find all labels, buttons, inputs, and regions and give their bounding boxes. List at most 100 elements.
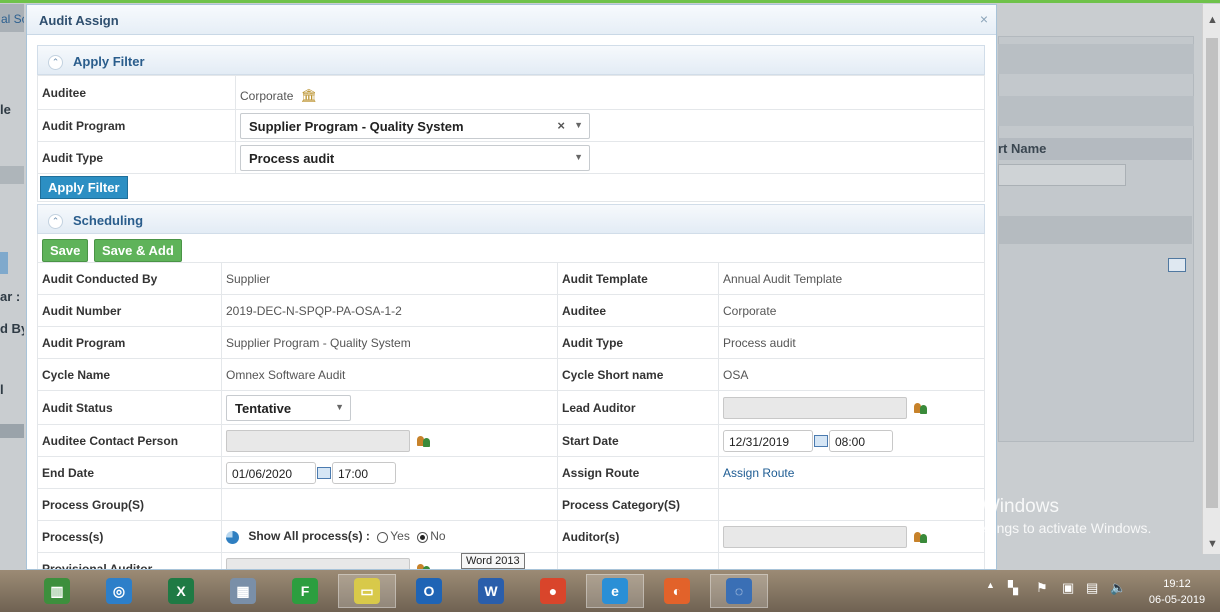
volume-icon[interactable]: 🔈	[1110, 580, 1126, 596]
taskbar-tooltip: Word 2013	[461, 553, 525, 569]
form-row: Cycle Name Omnex Software Audit Cycle Sh…	[37, 358, 985, 391]
start-time-input[interactable]: 08:00	[829, 429, 893, 452]
lead-auditor-field[interactable]	[723, 396, 907, 419]
user-picker-icon[interactable]	[417, 563, 431, 569]
internet-explorer-icon: e	[602, 578, 628, 604]
taskbar-word[interactable]: W	[462, 574, 520, 608]
form-row: Process Group(S) Process Category(S)	[37, 488, 985, 521]
auditee-contact-person-field[interactable]	[226, 429, 410, 452]
chevron-down-icon[interactable]: ▼	[574, 120, 583, 130]
sticky-notes-icon: ▭	[354, 578, 380, 604]
building-icon[interactable]: 🏛	[301, 88, 318, 104]
user-picker-icon[interactable]	[417, 435, 431, 447]
clear-icon[interactable]: ×	[557, 118, 565, 133]
excel-icon: X	[168, 578, 194, 604]
calendar-icon[interactable]	[814, 434, 828, 447]
background-field[interactable]	[0, 166, 24, 184]
form-row: Audit Number 2019-DEC-N-SPQP-PA-OSA-1-2 …	[37, 294, 985, 327]
chevron-down-icon[interactable]: ▼	[335, 402, 344, 412]
background-column-filter[interactable]	[998, 164, 1126, 186]
auditee-value: Corporate	[240, 89, 294, 103]
audit-number-label: Audit Number	[37, 294, 222, 327]
auditee-label: Auditee	[557, 294, 719, 327]
user-picker-icon[interactable]	[914, 531, 928, 543]
safari-icon: ◎	[106, 578, 132, 604]
auditors-field[interactable]	[723, 525, 907, 548]
taskbar-excel[interactable]: X	[152, 574, 210, 608]
background-column-title[interactable]: rt Name	[998, 138, 1192, 160]
background-label: le	[0, 102, 11, 117]
outlook-icon: O	[416, 578, 442, 604]
taskbar-task-manager[interactable]: ▥	[28, 574, 86, 608]
clock-date: 06-05-2019	[1148, 594, 1206, 606]
end-date-input[interactable]: 01/06/2020	[226, 461, 316, 484]
audit-type-cell: Process audit ▼	[235, 141, 985, 174]
user-picker-icon[interactable]	[914, 402, 928, 414]
scroll-up-icon[interactable]: ▲	[1207, 14, 1218, 26]
apply-filter-button[interactable]: Apply Filter	[40, 176, 128, 199]
show-hidden-icons[interactable]: ▲	[986, 580, 995, 590]
scheduling-section-header[interactable]: ⌃ Scheduling	[37, 204, 985, 234]
action-center-flag-icon[interactable]: ⚑	[1036, 580, 1048, 596]
apply-filter-section-header[interactable]: ⌃ Apply Filter	[37, 45, 985, 75]
taskbar-sync-app[interactable]: ◌	[710, 574, 768, 608]
audit-status-select[interactable]: Tentative ▼	[226, 394, 351, 421]
cycle-name-value: Omnex Software Audit	[221, 358, 558, 391]
scrollbar-thumb[interactable]	[1206, 38, 1218, 508]
assign-route-link[interactable]: Assign Route	[723, 466, 794, 480]
auditee-contact-person-cell	[221, 424, 558, 457]
scroll-down-icon[interactable]: ▼	[1207, 538, 1218, 550]
close-icon[interactable]: ×	[980, 11, 988, 27]
show-all-yes-radio[interactable]	[377, 531, 389, 543]
taskbar-sticky-notes[interactable]: ▭	[338, 574, 396, 608]
filter-row-auditee: Auditee Corporate 🏛	[37, 75, 985, 110]
collapse-icon[interactable]: ⌃	[48, 55, 63, 70]
calendar-icon[interactable]	[317, 466, 331, 479]
network-icon[interactable]: ▤	[1086, 580, 1098, 596]
tray-flag-icon[interactable]: ▣	[1062, 580, 1074, 596]
taskbar-safari[interactable]: ◎	[90, 574, 148, 608]
audit-template-value: Annual Audit Template	[718, 262, 985, 295]
no-label: No	[430, 529, 446, 544]
taskbar-chrome[interactable]: ●	[524, 574, 582, 608]
background-tab[interactable]: al Sc	[0, 4, 24, 32]
filter-row-program: Audit Program Supplier Program - Quality…	[37, 109, 985, 142]
chevron-down-icon[interactable]: ▼	[574, 152, 583, 162]
chrome-icon: ●	[540, 578, 566, 604]
collapse-icon[interactable]: ⌃	[48, 214, 63, 229]
show-all-process-label: Show All process(s) :	[248, 529, 370, 544]
provisional-auditor-field[interactable]	[226, 557, 410, 569]
form-row: Audit Conducted By Supplier Audit Templa…	[37, 262, 985, 295]
save-and-add-button[interactable]: Save & Add	[94, 239, 182, 262]
start-date-input[interactable]: 12/31/2019	[723, 429, 813, 452]
process-picker-icon[interactable]	[226, 530, 239, 544]
grid-settings-icon[interactable]	[1168, 258, 1186, 272]
taskbar-green-app[interactable]: F	[276, 574, 334, 608]
page-scrollbar[interactable]: ▲ ▼	[1202, 4, 1220, 554]
task-manager-icon: ▥	[44, 578, 70, 604]
audit-assign-dialog: Audit Assign × ⌃ Apply Filter Auditee Co…	[26, 4, 997, 570]
cycle-short-name-value: OSA	[718, 358, 985, 391]
background-grid-header	[998, 44, 1194, 74]
end-time-input[interactable]: 17:00	[332, 461, 396, 484]
lead-auditor-cell	[718, 390, 985, 425]
form-row: Audit Program Supplier Program - Quality…	[37, 326, 985, 359]
auditee-cell: Corporate 🏛	[235, 75, 985, 110]
show-all-no-radio[interactable]	[417, 531, 429, 543]
taskbar-internet-explorer[interactable]: e	[586, 574, 644, 608]
background-grid-header	[998, 96, 1194, 126]
tray-app-icon[interactable]: ▚	[1008, 580, 1018, 596]
taskbar-outlook[interactable]: O	[400, 574, 458, 608]
taskbar-firefox[interactable]: ◐	[648, 574, 706, 608]
dialog-body: ⌃ Apply Filter Auditee Corporate 🏛 Audit…	[37, 45, 985, 569]
process-label: Process(s)	[37, 520, 222, 553]
taskbar-calculator[interactable]: ▦	[214, 574, 272, 608]
start-edge[interactable]	[0, 574, 14, 608]
audit-type-select[interactable]: Process audit ▼	[240, 144, 590, 171]
apply-filter-title: Apply Filter	[73, 54, 145, 69]
clock-time: 19:12	[1163, 578, 1191, 590]
taskbar-clock[interactable]: 19:12 06-05-2019	[1148, 576, 1206, 608]
save-button[interactable]: Save	[42, 239, 89, 262]
background-button[interactable]	[0, 252, 8, 274]
audit-program-select[interactable]: Supplier Program - Quality System × ▼	[240, 112, 590, 139]
